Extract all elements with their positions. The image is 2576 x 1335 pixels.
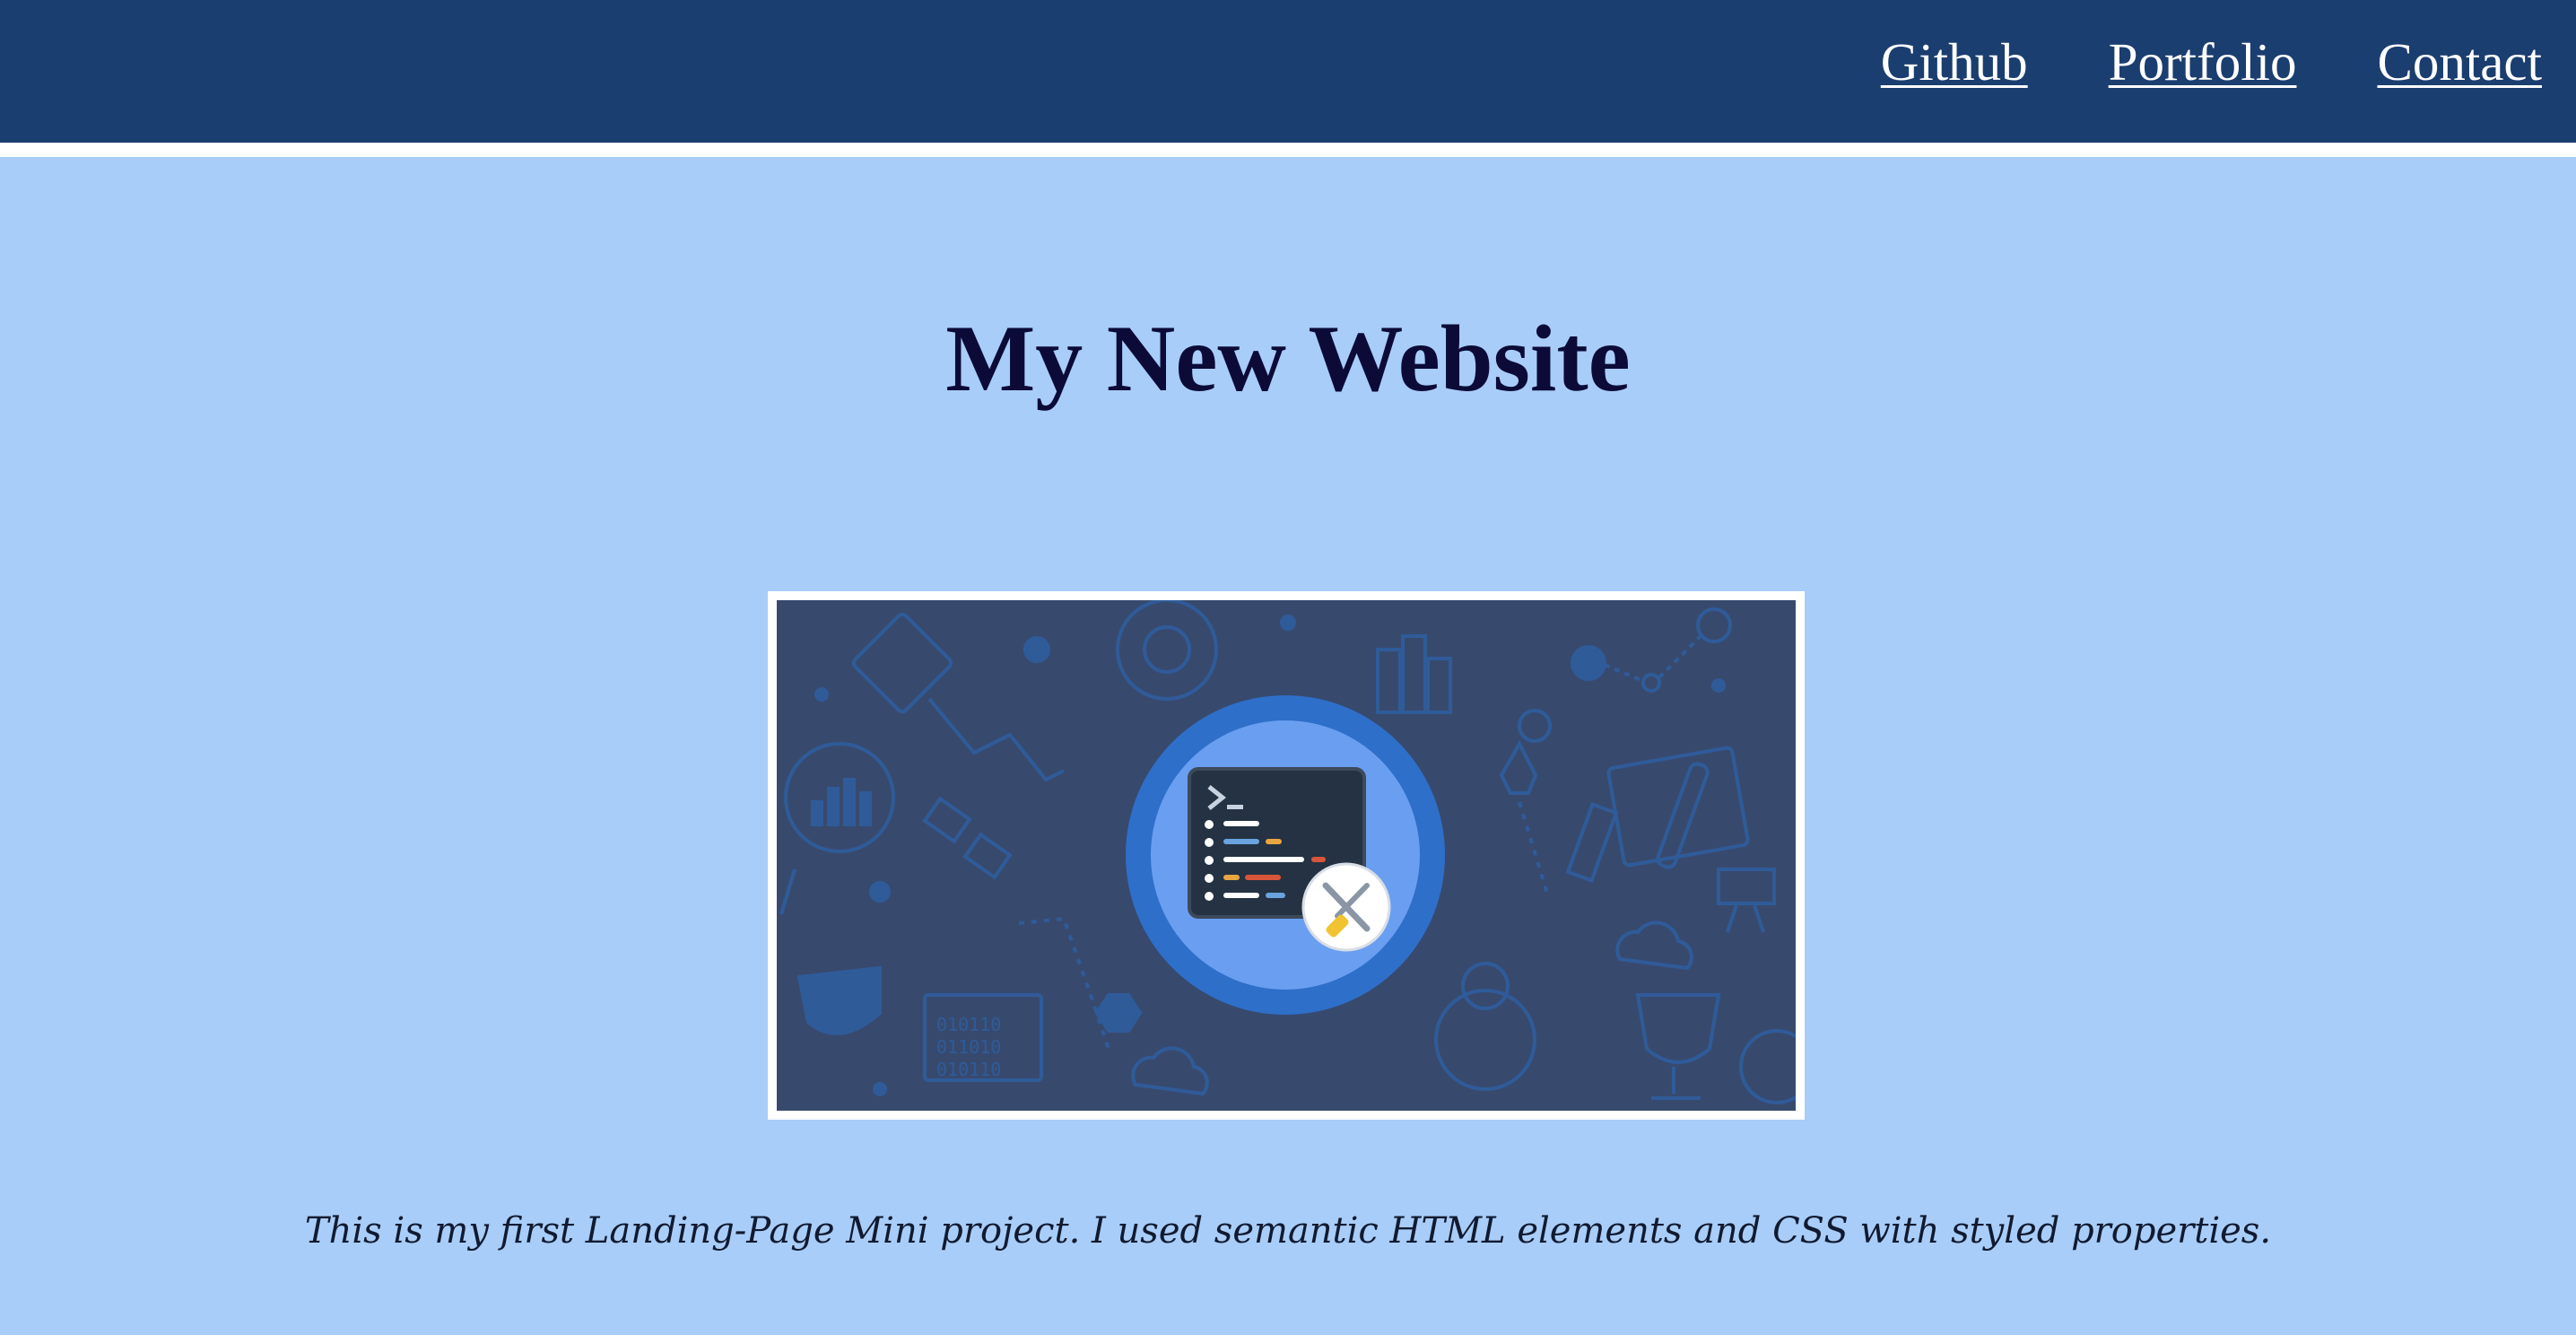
- nav-link-contact[interactable]: Contact: [2377, 27, 2542, 97]
- svg-text:010110: 010110: [936, 1059, 1001, 1080]
- svg-text:010110: 010110: [936, 1014, 1001, 1035]
- nav-link-portfolio[interactable]: Portfolio: [2109, 27, 2297, 97]
- hero-illustration: 010110 011010 010110: [777, 600, 1796, 1111]
- site-header: Github Portfolio Contact: [0, 0, 2576, 143]
- header-divider: [0, 143, 2576, 157]
- svg-text:011010: 011010: [936, 1036, 1001, 1058]
- page-title: My New Website: [945, 306, 1631, 411]
- nav-link-github[interactable]: Github: [1881, 27, 2028, 97]
- project-description: This is my first Landing-Page Mini proje…: [304, 1210, 2272, 1252]
- main-nav: Github Portfolio Contact: [1881, 27, 2542, 97]
- hero-image: 010110 011010 010110: [768, 591, 1805, 1120]
